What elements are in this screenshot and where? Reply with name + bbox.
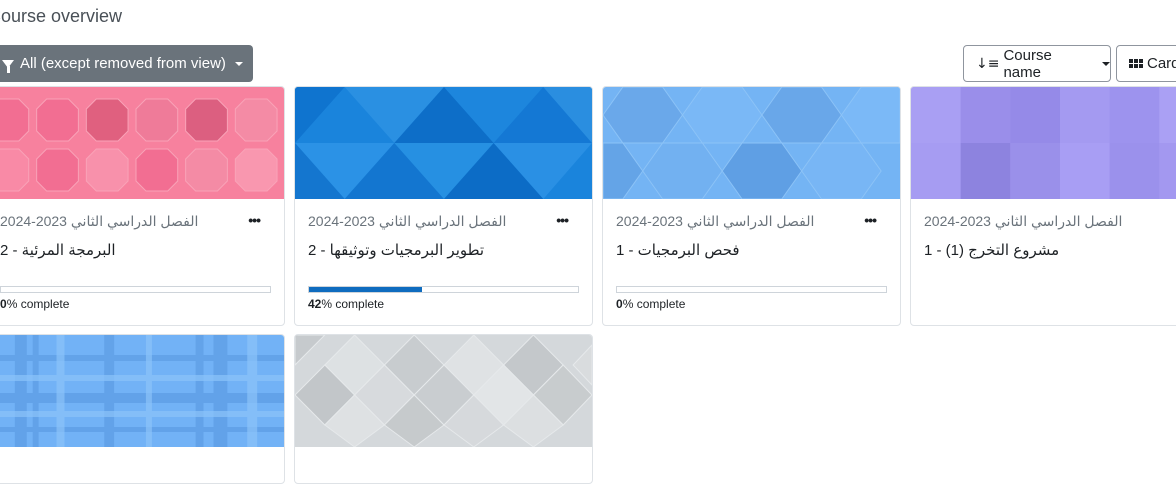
course-image[interactable] — [0, 335, 284, 447]
sort-dropdown[interactable]: ↓≡ Course name — [963, 45, 1111, 82]
sort-alpha-icon: ↓≡ — [976, 55, 1000, 72]
course-name-link[interactable]: البرمجة المرئية - 2 — [0, 241, 116, 259]
more-actions-icon[interactable]: ••• — [248, 212, 261, 228]
course-category: الفصل الدراسي الثاني 2023-2024 — [308, 213, 507, 229]
grid-icon — [1129, 59, 1143, 68]
course-card[interactable]: الفصل الدراسي الثاني 2023-2024 ••• تطوير… — [294, 86, 593, 326]
filter-icon — [2, 59, 14, 73]
sort-label: Course name — [1003, 46, 1052, 81]
view-label: Card — [1147, 55, 1176, 72]
progress-bar — [616, 286, 887, 293]
filter-label: All (except removed from view) — [20, 55, 226, 72]
more-actions-icon[interactable]: ••• — [864, 212, 877, 228]
progress-text: 42% complete — [308, 297, 385, 311]
course-name-link[interactable]: فحص البرمجيات - 1 — [616, 241, 740, 259]
course-category: الفصل الدراسي الثاني 2023-2024 — [616, 213, 815, 229]
course-image[interactable] — [603, 87, 900, 199]
course-card[interactable]: الفصل الدراسي الثاني 2023-2024 ••• البرم… — [0, 86, 285, 326]
view-mode-dropdown[interactable]: Card — [1116, 45, 1176, 82]
more-actions-icon[interactable]: ••• — [556, 212, 569, 228]
course-image[interactable] — [0, 87, 284, 199]
grouping-filter-dropdown[interactable]: All (except removed from view) — [0, 45, 253, 82]
course-name-link[interactable]: مشروع التخرج (1) - 1 — [924, 241, 1059, 259]
progress-bar — [0, 286, 271, 293]
page-title: Course overview — [0, 6, 123, 26]
chevron-down-icon — [234, 61, 243, 66]
course-card[interactable]: الفصل الدراسي الثاني 2023-2024 ••• فحص ا… — [602, 86, 901, 326]
course-category: الفصل الدراسي الثاني 2023-2024 — [0, 213, 199, 229]
chevron-down-icon — [1102, 61, 1110, 66]
course-category: الفصل الدراسي الثاني 2023-2024 — [924, 213, 1123, 229]
course-name-link[interactable]: تطوير البرمجيات وتوثيقها - 2 — [308, 241, 484, 259]
course-card[interactable] — [0, 334, 285, 484]
course-image[interactable] — [911, 87, 1176, 199]
progress-bar — [308, 286, 579, 293]
progress-text: 0% complete — [616, 297, 686, 311]
course-image[interactable] — [295, 335, 592, 447]
course-card[interactable]: الفصل الدراسي الثاني 2023-2024 مشروع الت… — [910, 86, 1176, 326]
progress-text: 0% complete — [0, 297, 70, 311]
course-image[interactable] — [295, 87, 592, 199]
course-card[interactable] — [294, 334, 593, 484]
